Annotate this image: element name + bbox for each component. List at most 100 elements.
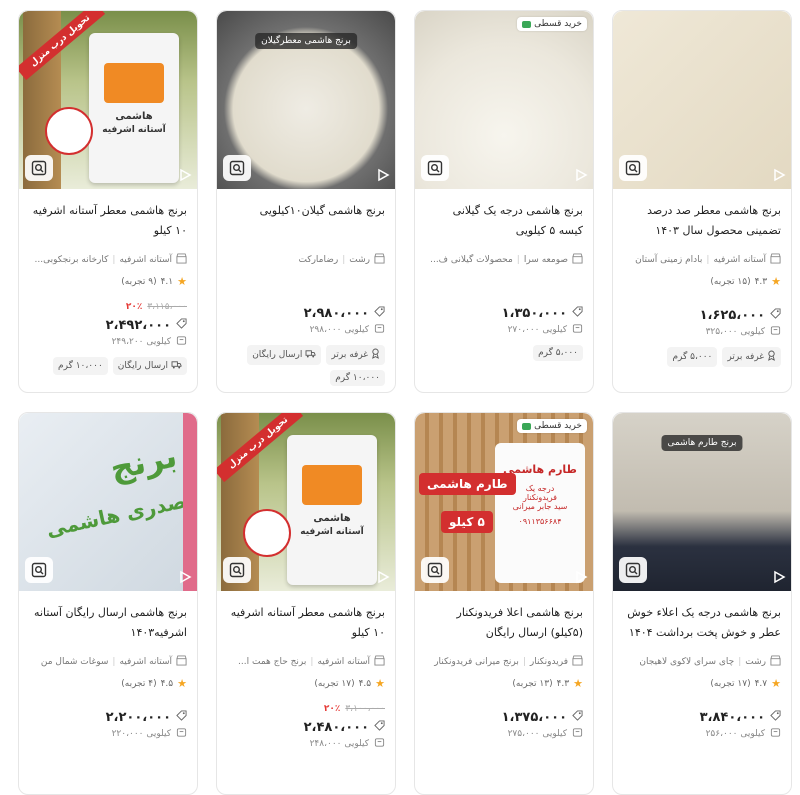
- product-title[interactable]: برنج هاشمی معطر آستانه اشرفیه ۱۰ کیلو: [227, 603, 385, 645]
- play-icon[interactable]: [177, 569, 193, 585]
- image-search-icon[interactable]: [619, 155, 647, 181]
- review-count: (۱۷ تجربه): [710, 678, 751, 689]
- shop-name[interactable]: برنج میرانی فریدونکنار: [434, 657, 519, 667]
- unit-price-value: کیلویی ۲۷۵،۰۰۰: [507, 729, 567, 739]
- scale-icon: [176, 727, 187, 741]
- play-icon[interactable]: [177, 167, 193, 183]
- product-title[interactable]: برنج هاشمی ارسال رایگان آستانه اشرفیه۱۴۰…: [29, 603, 187, 645]
- rating-value: ۴.۵: [358, 678, 372, 689]
- price-value: ۳،۸۴۰،۰۰۰: [699, 710, 765, 725]
- tag-label: ارسال رایگان: [252, 350, 303, 360]
- unit-price-value: کیلویی ۲۲۰،۰۰۰: [111, 729, 171, 739]
- product-title[interactable]: برنج هاشمی معطر آستانه اشرفیه ۱۰ کیلو: [29, 201, 187, 243]
- shop-info[interactable]: صومعه سرا | محصولات گیلانی ف...: [425, 253, 583, 267]
- rating-value: ۴.۳: [754, 276, 768, 287]
- product-card[interactable]: برنج طارم هاشمی برنج هاشمی درجه یک اعلاء…: [612, 412, 792, 795]
- product-title[interactable]: برنج هاشمی گیلان۱۰کیلویی: [227, 201, 385, 243]
- old-price-row: ۳،۱۰۰،۰۰۰ ۲۰٪: [227, 704, 385, 714]
- shop-city: آستانه اشرفیه: [317, 657, 370, 667]
- shop-city: آستانه اشرفیه: [713, 255, 766, 265]
- price-value: ۱،۳۷۵،۰۰۰: [501, 710, 567, 725]
- installment-badge: خرید قسطی: [517, 17, 587, 31]
- scale-icon: [572, 727, 583, 741]
- product-card[interactable]: هاشمی آستانه اشرفیه تحویل درب منزل برنج …: [216, 412, 396, 795]
- image-search-icon[interactable]: [25, 155, 53, 181]
- discount-badge: ۲۰٪: [323, 704, 341, 714]
- product-card[interactable]: برنج هاشمی معطرگیلان برنج هاشمی گیلان۱۰ک…: [216, 10, 396, 393]
- price-tag-icon: [572, 710, 583, 725]
- product-card[interactable]: هاشمی آستانه اشرفیه تحویل درب منزل برنج …: [18, 10, 198, 393]
- product-image-wrap[interactable]: طارم هاشمی درجه یک فریدونکنار سید جابر م…: [415, 413, 593, 591]
- star-icon: ★: [771, 275, 781, 288]
- shop-info[interactable]: آستانه اشرفیه | بادام زمینی آستان: [623, 253, 781, 267]
- product-title[interactable]: برنج هاشمی درجه یک گیلانی کیسه ۵ کیلویی: [425, 201, 583, 243]
- unit-price: کیلویی ۲۲۰،۰۰۰: [29, 727, 187, 741]
- tag: ۵،۰۰۰ گرم: [533, 345, 583, 361]
- image-search-icon[interactable]: [619, 557, 647, 583]
- shop-info[interactable]: آستانه اشرفیه | برنج حاج همت ا...: [227, 655, 385, 669]
- product-card[interactable]: برنج صدری هاشمی برنج هاشمی ارسال رایگان …: [18, 412, 198, 795]
- rating: ★ ۴.۳ (۱۳ تجربه): [425, 677, 583, 690]
- bag-subtitle: آستانه اشرفیه: [300, 527, 364, 537]
- price-tag-icon: [770, 308, 781, 323]
- play-icon[interactable]: [771, 167, 787, 183]
- product-image-wrap[interactable]: برنج صدری هاشمی: [19, 413, 197, 591]
- play-icon[interactable]: [375, 569, 391, 585]
- price-tag-icon: [176, 710, 187, 725]
- scale-icon: [572, 323, 583, 337]
- tag-label: ارسال رایگان: [117, 361, 168, 371]
- bag-subtitle: آستانه اشرفیه: [102, 125, 166, 135]
- image-search-icon[interactable]: [421, 155, 449, 181]
- play-icon[interactable]: [771, 569, 787, 585]
- shop-info[interactable]: فریدونکنار | برنج میرانی فریدونکنار: [425, 655, 583, 669]
- scale-icon: [374, 737, 385, 751]
- rating: ★ ۴.۵ (۱۷ تجربه): [227, 677, 385, 690]
- product-image-wrap[interactable]: هاشمی آستانه اشرفیه تحویل درب منزل: [19, 11, 197, 189]
- play-icon[interactable]: [573, 569, 589, 585]
- shop-info[interactable]: آستانه اشرفیه | کارخانه برنجکوبی...: [29, 253, 187, 267]
- tag: ۱۰،۰۰۰ گرم: [330, 370, 385, 386]
- store-icon: [176, 655, 187, 669]
- store-icon: [572, 253, 583, 267]
- play-icon[interactable]: [375, 167, 391, 183]
- shop-info[interactable]: رشت | چای سرای لاکوی لاهیجان: [623, 655, 781, 669]
- shop-name[interactable]: کارخانه برنجکوبی...: [35, 255, 109, 265]
- product-card[interactable]: خرید قسطی برنج هاشمی درجه یک گیلانی کیسه …: [414, 10, 594, 393]
- product-title[interactable]: برنج هاشمی درجه یک اعلاء خوش عطر و خوش پ…: [623, 603, 781, 645]
- unit-price-value: کیلویی ۲۵۶،۰۰۰: [705, 729, 765, 739]
- image-search-icon[interactable]: [223, 155, 251, 181]
- rating: ★ ۴.۷ (۱۷ تجربه): [623, 677, 781, 690]
- product-image-wrap[interactable]: خرید قسطی: [415, 11, 593, 189]
- image-search-icon[interactable]: [421, 557, 449, 583]
- shop-name[interactable]: محصولات گیلانی ف...: [430, 255, 513, 265]
- truck-icon: [305, 349, 316, 361]
- shop-name[interactable]: بادام زمینی آستان: [635, 255, 702, 265]
- price-value: ۲،۲۰۰،۰۰۰: [105, 710, 171, 725]
- product-title[interactable]: برنج هاشمی اعلا فریدونکنار (۵کیلو) ارسال…: [425, 603, 583, 645]
- shop-city: رشت: [349, 255, 370, 265]
- tag-label: ۵،۰۰۰ گرم: [672, 352, 713, 362]
- shop-info[interactable]: رشت | رضامارکت: [227, 253, 385, 267]
- product-card[interactable]: برنج هاشمی معطر صد درصد تضمینی محصول سال…: [612, 10, 792, 393]
- product-image-wrap[interactable]: هاشمی آستانه اشرفیه تحویل درب منزل: [217, 413, 395, 591]
- shop-name[interactable]: برنج حاج همت ا...: [238, 657, 306, 667]
- store-icon: [374, 253, 385, 267]
- product-image-wrap[interactable]: برنج هاشمی معطرگیلان: [217, 11, 395, 189]
- unit-price: کیلویی ۲۷۵،۰۰۰: [425, 727, 583, 741]
- bag-brand: هاشمی: [115, 111, 153, 122]
- star-icon: ★: [375, 677, 385, 690]
- product-title[interactable]: برنج هاشمی معطر صد درصد تضمینی محصول سال…: [623, 201, 781, 243]
- shop-info[interactable]: آستانه اشرفیه | سوغات شمال من: [29, 655, 187, 669]
- shop-name[interactable]: چای سرای لاکوی لاهیجان: [639, 657, 734, 667]
- product-card[interactable]: طارم هاشمی درجه یک فریدونکنار سید جابر م…: [414, 412, 594, 795]
- product-image-wrap[interactable]: برنج طارم هاشمی: [613, 413, 791, 591]
- play-icon[interactable]: [573, 167, 589, 183]
- product-image-wrap[interactable]: [613, 11, 791, 189]
- store-icon: [176, 253, 187, 267]
- review-count: (۱۳ تجربه): [512, 678, 553, 689]
- image-search-icon[interactable]: [223, 557, 251, 583]
- image-search-icon[interactable]: [25, 557, 53, 583]
- shop-name[interactable]: سوغات شمال من: [41, 657, 109, 667]
- promo-weight: ۵ کیلو: [441, 511, 493, 533]
- shop-name[interactable]: رضامارکت: [298, 255, 338, 265]
